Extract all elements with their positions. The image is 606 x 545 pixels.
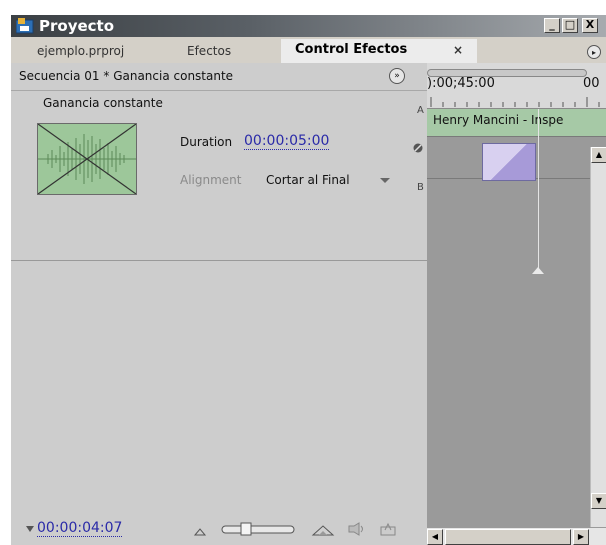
ruler-ticks	[430, 97, 600, 107]
waveform-icon	[37, 123, 137, 195]
ruler-timecode: ):00;45:00	[427, 76, 495, 91]
marker-b-label: B	[417, 182, 424, 193]
transition-thumbnail	[37, 123, 137, 195]
show-hide-timeline-icon[interactable]: »	[389, 68, 405, 84]
tab-effect-controls[interactable]: Control Efectos	[281, 39, 477, 63]
export-icon[interactable]	[379, 521, 397, 537]
zoom-out-icon[interactable]	[193, 526, 207, 536]
timecode-menu-icon[interactable]	[26, 526, 34, 532]
sequence-header: Secuencia 01 * Ganancia constante »	[11, 63, 427, 91]
playhead-icon[interactable]	[532, 267, 544, 274]
bottom-toolbar: 00:00:04:07	[11, 511, 427, 545]
zoom-slider-icon[interactable]	[221, 522, 295, 536]
scroll-left-icon[interactable]: ◀	[427, 529, 443, 545]
minimize-button[interactable]: _	[544, 18, 560, 33]
loop-audio-icon[interactable]	[347, 522, 367, 536]
maximize-button[interactable]: □	[562, 18, 578, 33]
ruler-timecode-right: 00	[583, 76, 600, 91]
center-align-icon[interactable]	[413, 143, 423, 153]
tab-effects[interactable]: Efectos	[173, 41, 259, 61]
title-bar[interactable]: Proyecto _ □ X	[11, 15, 606, 37]
playhead-line[interactable]	[538, 109, 539, 269]
effect-properties: Ganancia constante Duration 00:00:05:00 …	[11, 91, 427, 261]
app-icon	[16, 18, 34, 34]
time-ruler[interactable]: ):00;45:00 00	[427, 63, 606, 109]
clip-track[interactable]: Henry Mancini - Inspe	[427, 109, 606, 137]
transition-track	[427, 137, 606, 181]
chevron-down-icon[interactable]	[380, 178, 390, 183]
alignment-label: Alignment	[180, 173, 242, 187]
close-button[interactable]: X	[582, 18, 598, 33]
clip-label: Henry Mancini - Inspe	[433, 113, 564, 127]
scroll-right-icon[interactable]: ▶	[573, 529, 589, 545]
scroll-up-icon[interactable]: ▲	[591, 147, 606, 163]
transition-keyframe[interactable]	[482, 143, 536, 181]
window-title: Proyecto	[39, 17, 115, 35]
tab-close-icon[interactable]: ×	[453, 43, 463, 57]
sequence-label: Secuencia 01 * Ganancia constante	[19, 69, 234, 83]
project-window: Proyecto _ □ X ejemplo.prproj Efectos Co…	[10, 14, 606, 545]
current-timecode[interactable]: 00:00:04:07	[37, 520, 123, 537]
tab-project[interactable]: ejemplo.prproj	[23, 41, 151, 61]
zoom-in-icon[interactable]	[311, 524, 335, 536]
marker-a-label: A	[417, 105, 424, 116]
scroll-down-icon[interactable]: ▼	[591, 493, 606, 509]
duration-label: Duration	[180, 135, 233, 149]
alignment-dropdown[interactable]: Cortar al Final	[266, 173, 350, 187]
horizontal-scrollbar[interactable]: ◀ ▶	[427, 528, 606, 545]
duration-field[interactable]: 00:00:05:00	[244, 133, 330, 150]
vertical-scrollbar[interactable]: ▲ ▼	[590, 147, 606, 527]
effect-name: Ganancia constante	[43, 96, 163, 110]
scroll-thumb[interactable]	[445, 529, 571, 545]
tab-strip: ejemplo.prproj Efectos Control Efectos ×…	[11, 37, 606, 63]
panel-menu-icon[interactable]: ▸	[587, 45, 601, 59]
